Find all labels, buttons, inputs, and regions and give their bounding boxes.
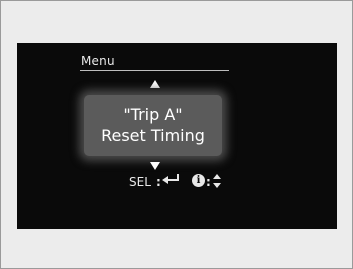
sel-label: SEL bbox=[129, 175, 151, 189]
info-icon: i bbox=[192, 174, 205, 187]
up-down-arrows-icon bbox=[213, 174, 221, 188]
display-screen: Menu "Trip A" Reset Timing SEL : i : bbox=[17, 43, 337, 229]
menu-item-line-1: "Trip A" bbox=[123, 105, 183, 124]
info-separator: : bbox=[206, 175, 211, 189]
selected-menu-item[interactable]: "Trip A" Reset Timing bbox=[84, 95, 222, 156]
enter-arrow-icon bbox=[162, 174, 179, 184]
menu-item-line-2: Reset Timing bbox=[101, 126, 205, 145]
figure-frame: Menu "Trip A" Reset Timing SEL : i : bbox=[0, 0, 353, 269]
sel-separator: : bbox=[156, 175, 161, 189]
scroll-down-arrow-icon[interactable] bbox=[150, 162, 160, 170]
menu-title: Menu bbox=[81, 54, 115, 68]
scroll-up-arrow-icon[interactable] bbox=[150, 80, 160, 88]
menu-title-underline bbox=[80, 70, 229, 71]
